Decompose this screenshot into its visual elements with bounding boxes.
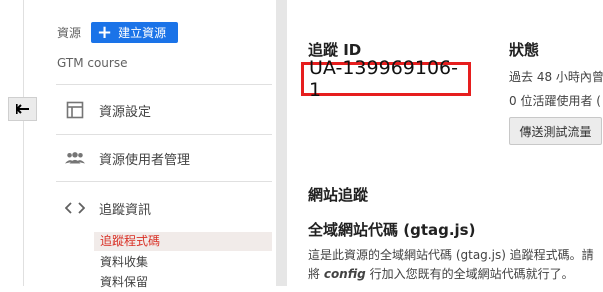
plus-icon: +	[97, 21, 113, 43]
divider	[56, 134, 272, 135]
rail-line	[23, 0, 24, 286]
property-name: GTM course	[57, 56, 128, 70]
nav-property-settings[interactable]: 資源設定	[65, 100, 273, 120]
admin-sidebar: 資源 + 建立資源 GTM course 資源設定 資源使用者管理 追蹤資訊 追…	[50, 0, 276, 289]
nav-tracking-info-label: 追蹤資訊	[99, 202, 152, 218]
gtag-heading: 全域網站代碼 (gtag.js)	[308, 221, 476, 239]
users-icon	[65, 148, 85, 168]
create-resource-label: 建立資源	[118, 26, 167, 40]
send-test-traffic-button[interactable]: 傳送測試流量	[509, 117, 602, 145]
status-active-users-text: 0 位活躍使用者 (	[509, 94, 601, 108]
code-icon	[65, 198, 85, 218]
site-tracking-heading: 網站追蹤	[308, 186, 369, 204]
nav-tracking-info[interactable]: 追蹤資訊	[65, 198, 273, 218]
gtag-description-line1: 這是此資源的全域網站代碼 (gtag.js) 追蹤程式碼。請	[308, 248, 594, 262]
nav-user-management[interactable]: 資源使用者管理	[65, 148, 273, 168]
tracking-id-value[interactable]: UA-139969106-1	[301, 57, 471, 101]
property-settings-icon	[65, 100, 85, 120]
desc-pre: 將	[308, 267, 324, 281]
arrow-left-icon	[15, 100, 30, 119]
sub-item-tracking-code[interactable]: 追蹤程式碼	[94, 232, 272, 251]
create-resource-button[interactable]: + 建立資源	[91, 22, 178, 43]
nav-user-management-label: 資源使用者管理	[99, 152, 191, 168]
sub-item-data-collection[interactable]: 資料收集	[94, 253, 272, 272]
tracking-code-panel: 追蹤 ID UA-139969106-1 狀態 過去 48 小時內曾 0 位活躍…	[287, 0, 603, 286]
status-traffic-text: 過去 48 小時內曾	[509, 70, 603, 84]
status-heading: 狀態	[509, 41, 540, 59]
desc-post: 行加入您既有的全域網站代碼就行了。	[365, 267, 574, 281]
panel-separator	[276, 0, 287, 286]
divider	[56, 181, 272, 182]
back-button[interactable]	[8, 97, 37, 121]
divider	[56, 84, 272, 85]
resource-label: 資源	[57, 26, 82, 40]
nav-property-settings-label: 資源設定	[99, 104, 152, 120]
gtag-description-line2: 將 config 行加入您既有的全域網站代碼就行了。	[308, 265, 574, 282]
config-keyword: config	[323, 267, 366, 281]
sub-item-data-retention[interactable]: 資料保留	[94, 273, 272, 292]
left-rail	[0, 0, 50, 286]
